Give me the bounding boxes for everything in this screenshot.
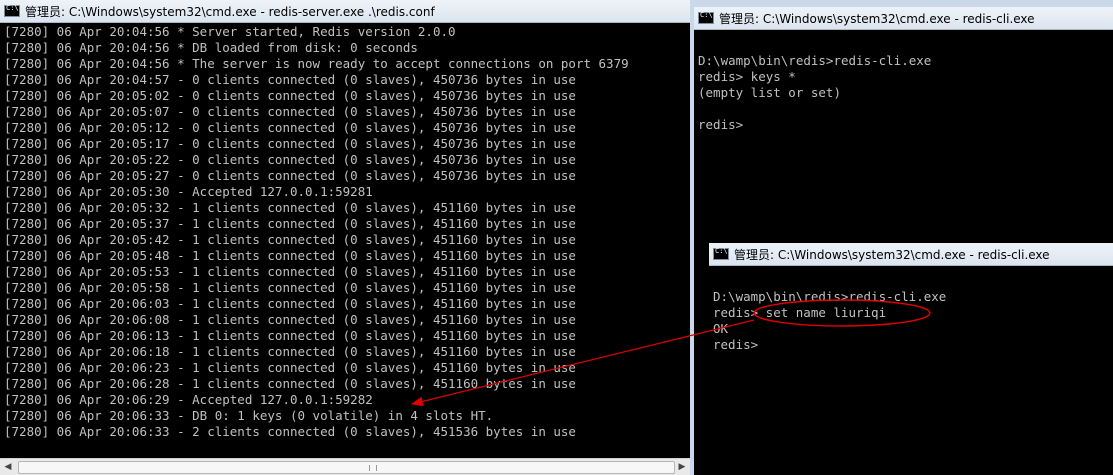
cmd-icon <box>698 11 714 24</box>
console-line: redis> <box>698 117 744 132</box>
console-line: [7280] 06 Apr 20:04:57 - 0 clients conne… <box>4 72 576 87</box>
console-line: [7280] 06 Apr 20:06:33 - 2 clients conne… <box>4 424 576 439</box>
arrow-right-icon[interactable]: ▶ <box>674 459 690 475</box>
console-line: redis> keys * <box>698 69 796 84</box>
console-line: D:\wamp\bin\redis>redis-cli.exe <box>713 289 947 304</box>
console-line: [7280] 06 Apr 20:06:28 - 1 clients conne… <box>4 376 576 391</box>
cli-top-title: 管理员: C:\Windows\system32\cmd.exe - redis… <box>719 11 1035 26</box>
console-line: [7280] 06 Apr 20:06:08 - 1 clients conne… <box>4 312 576 327</box>
console-line: [7280] 06 Apr 20:04:56 * Server started,… <box>4 24 456 39</box>
cmd-icon <box>4 4 20 17</box>
console-line: [7280] 06 Apr 20:06:13 - 1 clients conne… <box>4 328 576 343</box>
console-line: [7280] 06 Apr 20:05:32 - 1 clients conne… <box>4 200 576 215</box>
cli-bottom-titlebar[interactable]: 管理员: C:\Windows\system32\cmd.exe - redis… <box>709 243 1113 266</box>
server-window[interactable]: 管理员: C:\Windows\system32\cmd.exe - redis… <box>0 0 690 475</box>
horizontal-scrollbar[interactable]: ◀ ▶ <box>0 458 690 475</box>
console-line: [7280] 06 Apr 20:06:18 - 1 clients conne… <box>4 344 576 359</box>
grip-icon <box>369 465 377 471</box>
server-window-titlebar[interactable]: 管理员: C:\Windows\system32\cmd.exe - redis… <box>0 0 690 23</box>
cmd-icon <box>713 247 729 260</box>
arrow-left-icon[interactable]: ◀ <box>0 459 16 475</box>
console-line: [7280] 06 Apr 20:05:12 - 0 clients conne… <box>4 120 576 135</box>
console-line: redis> set name liuriqi <box>713 305 887 320</box>
console-line: [7280] 06 Apr 20:06:23 - 1 clients conne… <box>4 360 576 375</box>
console-line: [7280] 06 Apr 20:05:17 - 0 clients conne… <box>4 136 576 151</box>
console-line: [7280] 06 Apr 20:05:07 - 0 clients conne… <box>4 104 576 119</box>
server-console-output: [7280] 06 Apr 20:04:56 * Server started,… <box>4 24 686 459</box>
console-line: [7280] 06 Apr 20:05:53 - 1 clients conne… <box>4 264 576 279</box>
server-window-title: 管理员: C:\Windows\system32\cmd.exe - redis… <box>25 4 435 19</box>
console-line: [7280] 06 Apr 20:04:56 * The server is n… <box>4 56 629 71</box>
cli-window-bottom[interactable]: 管理员: C:\Windows\system32\cmd.exe - redis… <box>709 243 1113 475</box>
console-line: [7280] 06 Apr 20:06:29 - Accepted 127.0.… <box>4 392 373 407</box>
console-line: [7280] 06 Apr 20:05:37 - 1 clients conne… <box>4 216 576 231</box>
console-line: [7280] 06 Apr 20:06:33 - DB 0: 1 keys (0… <box>4 408 494 423</box>
cli-top-titlebar[interactable]: 管理员: C:\Windows\system32\cmd.exe - redis… <box>694 7 1113 30</box>
console-line: [7280] 06 Apr 20:05:30 - Accepted 127.0.… <box>4 184 373 199</box>
console-line: [7280] 06 Apr 20:05:02 - 0 clients conne… <box>4 88 576 103</box>
console-line: [7280] 06 Apr 20:05:27 - 0 clients conne… <box>4 168 576 183</box>
cli-bottom-console-output: D:\wamp\bin\redis>redis-cli.exe redis> se… <box>713 273 1109 475</box>
cli-bottom-title: 管理员: C:\Windows\system32\cmd.exe - redis… <box>734 247 1050 262</box>
console-line: [7280] 06 Apr 20:05:22 - 0 clients conne… <box>4 152 576 167</box>
console-line: [7280] 06 Apr 20:05:58 - 1 clients conne… <box>4 280 576 295</box>
console-line: [7280] 06 Apr 20:04:56 * DB loaded from … <box>4 40 418 55</box>
console-line: [7280] 06 Apr 20:05:48 - 1 clients conne… <box>4 248 576 263</box>
console-line: D:\wamp\bin\redis>redis-cli.exe <box>698 53 932 68</box>
console-line: OK <box>713 321 729 336</box>
scrollbar-thumb[interactable] <box>18 461 675 474</box>
console-line: [7280] 06 Apr 20:06:03 - 1 clients conne… <box>4 296 576 311</box>
console-line: redis> <box>713 337 759 352</box>
console-line: [7280] 06 Apr 20:05:42 - 1 clients conne… <box>4 232 576 247</box>
console-line: (empty list or set) <box>698 85 841 100</box>
